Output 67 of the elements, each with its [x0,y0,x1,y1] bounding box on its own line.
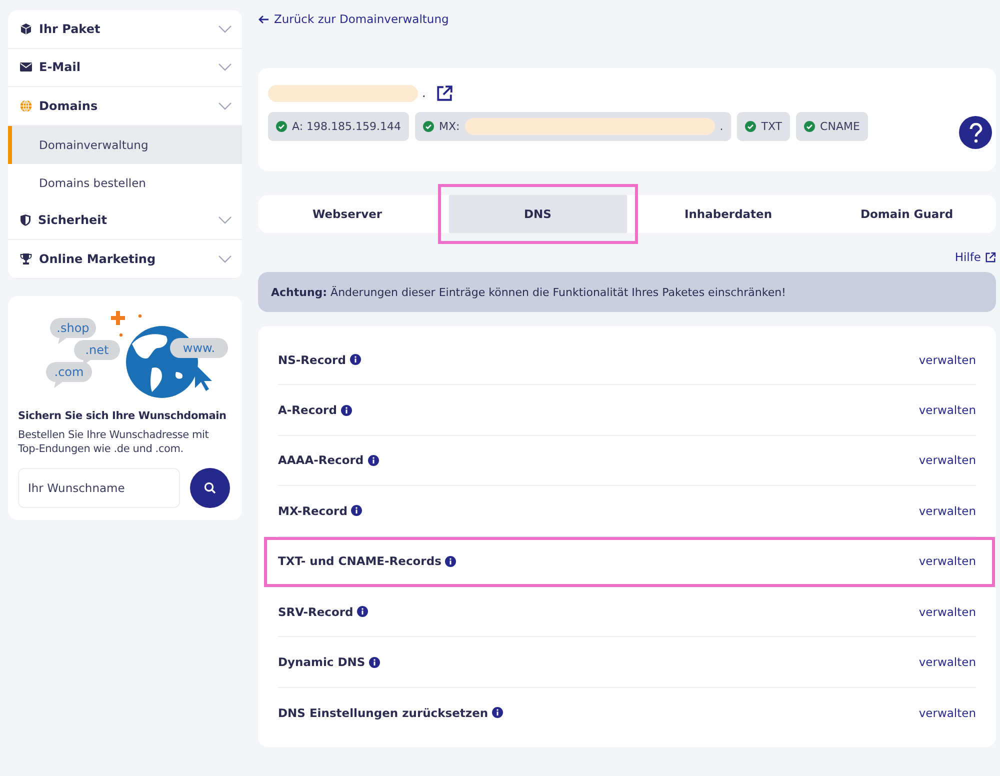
chevron-down-icon [218,216,232,224]
info-icon [357,606,368,618]
search-button[interactable] [190,468,230,508]
help-button[interactable] [959,116,992,149]
menu-item[interactable]: Sicherheit [8,202,242,240]
question-mark-icon [968,122,982,142]
search-icon [204,482,216,494]
submenu-item[interactable]: Domainverwaltung [8,126,242,164]
envelope-icon [20,62,32,72]
chip-label: A: 198.185.159.144 [292,120,402,133]
record-label: SRV-Record [278,604,354,619]
chevron-down-icon [218,254,232,263]
info-icon [492,707,504,718]
help-link[interactable]: Hilfe [954,250,996,264]
promo-text: Bestellen Sie Ihre Wunschadresse mit Top-Endungen wie .de und .com. [18,428,210,457]
promo-title: Sichern Sie sich Ihre Wunschdomain [18,410,228,422]
record-label: MX-Record [278,504,348,518]
info-icon [350,354,361,366]
trophy-icon [20,252,32,265]
manage-link[interactable]: verwalten [918,453,976,468]
check-icon [423,121,434,132]
arrow-left-icon [258,14,269,24]
manage-link[interactable]: verwalten [918,352,976,367]
chip-label: MX: [439,120,460,133]
chip-label: TXT [761,120,782,133]
shield-icon [20,214,31,226]
external-link-icon [436,84,453,102]
info-icon [351,505,362,516]
domain-illustration: .shop .net .com www. [20,302,230,400]
manage-link[interactable]: verwalten [918,403,976,418]
info-icon [340,404,352,416]
chip-suffix: . [720,120,724,133]
tab[interactable]: Inhaberdaten [639,195,818,233]
globe-icon [20,100,32,112]
manage-link[interactable]: verwalten [918,604,976,619]
info-icon [368,454,379,466]
domain-search-field[interactable]: Ihr Wunschname [18,468,180,508]
manage-link[interactable]: verwalten [918,554,976,568]
record-label: TXT- und CNAME-Records [278,554,442,568]
record-label: DNS Einstellungen zurücksetzen [278,706,488,720]
chevron-down-icon [218,102,232,110]
tab[interactable]: DNS [448,195,627,233]
menu-item[interactable]: Ihr Paket [8,10,242,48]
info-icon [445,556,456,567]
chevron-down-icon [218,63,232,72]
chip-label: CNAME [820,120,860,133]
record-label: AAAA-Record [278,453,364,468]
warning-text: Achtung: Änderungen dieser Einträge können die Funktionalität Ihres Paketes einschränken! [271,286,786,298]
manage-link[interactable]: verwalten [918,706,976,720]
domain-suffix: . [422,86,426,100]
record-label: Dynamic DNS [278,655,366,670]
record-label: NS-Record [278,352,346,367]
check-icon [804,121,816,132]
tab[interactable]: Domain Guard [818,195,996,233]
record-label: A-Record [278,403,337,418]
info-icon [369,656,380,668]
external-link-icon [985,252,996,262]
chevron-down-icon [218,24,232,33]
box-icon [20,22,32,35]
manage-link[interactable]: verwalten [918,504,976,518]
back-link[interactable]: Zurück zur Domainverwaltung [258,10,996,28]
check-icon [276,121,287,132]
check-icon [745,121,756,132]
menu-item[interactable]: Online Marketing [8,240,242,278]
tab[interactable]: Webserver [258,195,436,233]
menu-item[interactable]: E-Mail [8,48,242,87]
manage-link[interactable]: verwalten [918,655,976,670]
